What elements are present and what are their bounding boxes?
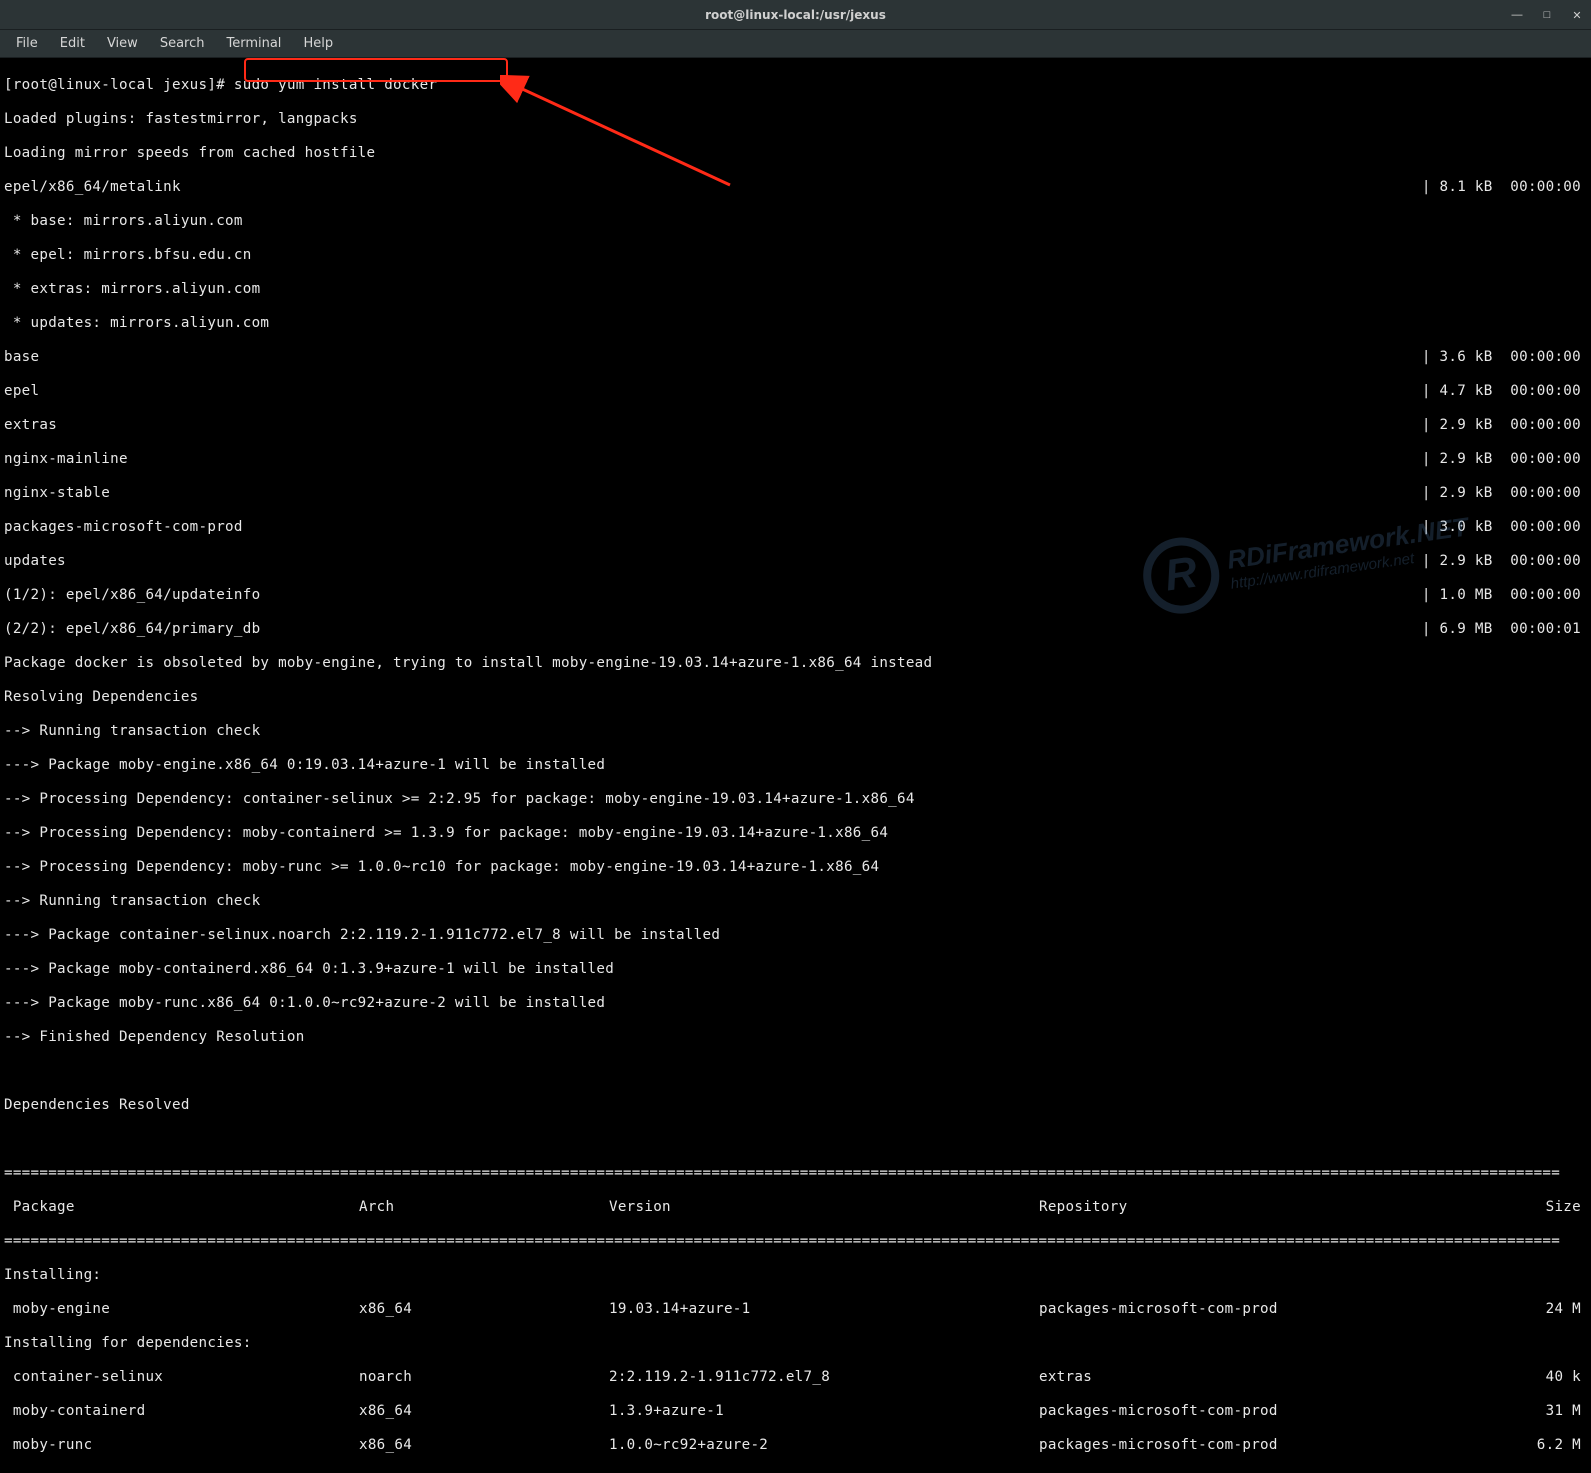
menu-file[interactable]: File (6, 32, 48, 55)
prompt-command: sudo yum install docker (234, 77, 437, 94)
status-text: | 6.9 MB 00:00:01 (1422, 621, 1587, 638)
output-line: * base: mirrors.aliyun.com (4, 213, 1587, 230)
pkg-arch: x86_64 (359, 1437, 609, 1454)
output-line: Loading mirror speeds from cached hostfi… (4, 145, 1587, 162)
output-line: --> Finished Dependency Resolution (4, 1029, 1587, 1046)
status-text: | 1.0 MB 00:00:00 (1422, 587, 1587, 604)
prompt-prefix: [root@linux-local jexus]# (4, 77, 234, 94)
output-line: Package docker is obsoleted by moby-engi… (4, 655, 1587, 672)
status-text: | 4.7 kB 00:00:00 (1422, 383, 1587, 400)
window-title: root@linux-local:/usr/jexus (705, 8, 886, 22)
window-titlebar: root@linux-local:/usr/jexus — □ ✕ (0, 0, 1591, 30)
status-text: | 8.1 kB 00:00:00 (1422, 179, 1587, 196)
pkg-size: 6.2 M (1499, 1437, 1587, 1454)
table-row: container-selinux noarch 2:2.119.2-1.911… (4, 1369, 1587, 1386)
status-text: | 2.9 kB 00:00:00 (1422, 451, 1587, 468)
output-line: ---> Package container-selinux.noarch 2:… (4, 927, 1587, 944)
pkg-repo: packages-microsoft-com-prod (1039, 1403, 1499, 1420)
output-line: ---> Package moby-runc.x86_64 0:1.0.0~rc… (4, 995, 1587, 1012)
menu-edit[interactable]: Edit (50, 32, 95, 55)
pkg-repo: extras (1039, 1369, 1499, 1386)
output-line: Dependencies Resolved (4, 1097, 1587, 1114)
output-line: --> Processing Dependency: moby-runc >= … (4, 859, 1587, 876)
output-line: (1/2): epel/x86_64/updateinfo (4, 587, 260, 604)
table-rule: ========================================… (4, 1233, 1587, 1250)
output-line: --> Processing Dependency: moby-containe… (4, 825, 1587, 842)
col-version: Version (609, 1199, 1039, 1216)
minimize-button[interactable]: — (1509, 7, 1525, 23)
maximize-button[interactable]: □ (1539, 7, 1555, 23)
output-line: epel (4, 383, 39, 400)
pkg-name: moby-engine (4, 1301, 359, 1318)
status-text: | 3.0 kB 00:00:00 (1422, 519, 1587, 536)
pkg-name: moby-containerd (4, 1403, 359, 1420)
output-line: Loaded plugins: fastestmirror, langpacks (4, 111, 1587, 128)
pkg-version: 1.0.0~rc92+azure-2 (609, 1437, 1039, 1454)
menu-search[interactable]: Search (150, 32, 215, 55)
output-line: extras (4, 417, 57, 434)
pkg-version: 1.3.9+azure-1 (609, 1403, 1039, 1420)
status-text: | 3.6 kB 00:00:00 (1422, 349, 1587, 366)
menu-help[interactable]: Help (293, 32, 343, 55)
pkg-arch: x86_64 (359, 1403, 609, 1420)
table-row: moby-runc x86_64 1.0.0~rc92+azure-2 pack… (4, 1437, 1587, 1454)
pkg-size: 31 M (1499, 1403, 1587, 1420)
status-text: | 2.9 kB 00:00:00 (1422, 417, 1587, 434)
pkg-version: 2:2.119.2-1.911c772.el7_8 (609, 1369, 1039, 1386)
table-header-row: Package Arch Version Repository Size (4, 1199, 1587, 1216)
status-text: | 2.9 kB 00:00:00 (1422, 553, 1587, 570)
output-line: --> Running transaction check (4, 723, 1587, 740)
output-line: ---> Package moby-containerd.x86_64 0:1.… (4, 961, 1587, 978)
pkg-repo: packages-microsoft-com-prod (1039, 1301, 1499, 1318)
window-controls: — □ ✕ (1509, 0, 1585, 30)
output-blank (4, 1063, 1587, 1080)
table-row: moby-containerd x86_64 1.3.9+azure-1 pac… (4, 1403, 1587, 1420)
menu-bar: File Edit View Search Terminal Help (0, 30, 1591, 58)
pkg-version: 19.03.14+azure-1 (609, 1301, 1039, 1318)
pkg-arch: noarch (359, 1369, 609, 1386)
table-row: moby-engine x86_64 19.03.14+azure-1 pack… (4, 1301, 1587, 1318)
menu-view[interactable]: View (97, 32, 148, 55)
output-line: nginx-mainline (4, 451, 128, 468)
menu-terminal[interactable]: Terminal (216, 32, 291, 55)
section-installing-deps: Installing for dependencies: (4, 1335, 1587, 1352)
output-blank (4, 1131, 1587, 1148)
output-line: ---> Package moby-engine.x86_64 0:19.03.… (4, 757, 1587, 774)
pkg-repo: packages-microsoft-com-prod (1039, 1437, 1499, 1454)
output-line: updates (4, 553, 66, 570)
output-line: * updates: mirrors.aliyun.com (4, 315, 1587, 332)
section-installing: Installing: (4, 1267, 1587, 1284)
output-line: (2/2): epel/x86_64/primary_db (4, 621, 260, 638)
col-repository: Repository (1039, 1199, 1499, 1216)
output-line: --> Running transaction check (4, 893, 1587, 910)
output-line: Resolving Dependencies (4, 689, 1587, 706)
output-line: * epel: mirrors.bfsu.edu.cn (4, 247, 1587, 264)
status-text: | 2.9 kB 00:00:00 (1422, 485, 1587, 502)
terminal-output[interactable]: [root@linux-local jexus]# sudo yum insta… (0, 58, 1591, 1473)
col-size: Size (1499, 1199, 1587, 1216)
col-package: Package (4, 1199, 359, 1216)
pkg-size: 24 M (1499, 1301, 1587, 1318)
table-rule: ========================================… (4, 1165, 1587, 1182)
output-line: nginx-stable (4, 485, 110, 502)
output-line: * extras: mirrors.aliyun.com (4, 281, 1587, 298)
pkg-name: moby-runc (4, 1437, 359, 1454)
output-line: packages-microsoft-com-prod (4, 519, 243, 536)
col-arch: Arch (359, 1199, 609, 1216)
output-line: epel/x86_64/metalink (4, 179, 181, 196)
pkg-arch: x86_64 (359, 1301, 609, 1318)
pkg-size: 40 k (1499, 1369, 1587, 1386)
output-line: --> Processing Dependency: container-sel… (4, 791, 1587, 808)
output-line: base (4, 349, 39, 366)
pkg-name: container-selinux (4, 1369, 359, 1386)
close-button[interactable]: ✕ (1569, 7, 1585, 23)
